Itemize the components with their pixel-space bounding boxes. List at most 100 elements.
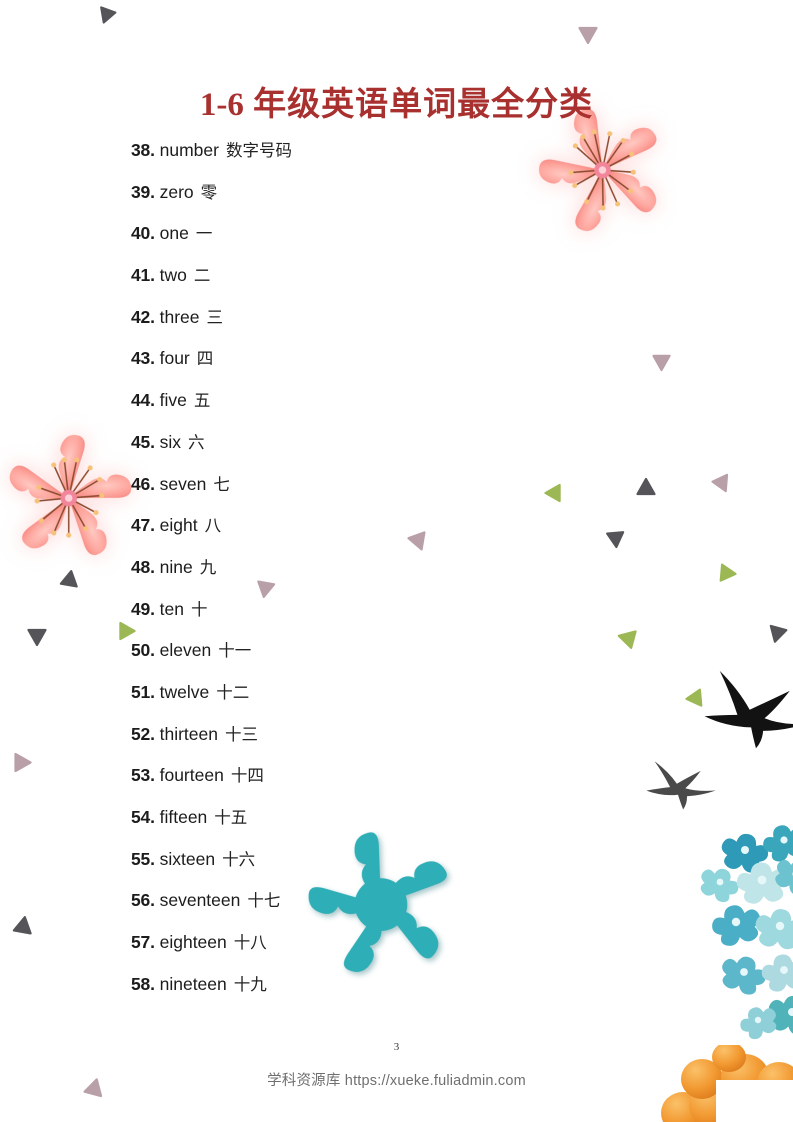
triangle-top-left [95, 0, 120, 27]
footer-credit: 学科资源库 https://xueke.fuliadmin.com [267, 1073, 526, 1089]
triangle-bottom-gray-a [11, 913, 35, 941]
vocabulary-item-index: 42. [131, 306, 155, 327]
vocabulary-item: 45. six 六 [131, 428, 561, 470]
swallow-gray [641, 750, 726, 818]
vocabulary-item-english: six [159, 431, 181, 452]
vocabulary-item-chinese: 十一 [218, 641, 252, 661]
vocabulary-item-english: two [159, 265, 187, 286]
vocabulary-item-index: 58. [131, 973, 155, 994]
vocabulary-item-chinese: 六 [188, 432, 205, 452]
vocabulary-item: 57. eighteen 十八 [131, 928, 561, 970]
vocabulary-item-chinese: 十三 [224, 724, 258, 744]
vocabulary-item: 49. ten 十 [131, 595, 561, 637]
vocabulary-item: 54. fifteen 十五 [131, 803, 561, 845]
blue-flower-cluster [694, 819, 793, 1050]
triangle-left-gray-a [58, 568, 81, 595]
vocabulary-item-chinese: 二 [193, 266, 211, 286]
vocabulary-item: 44. five 五 [131, 386, 561, 428]
vocabulary-item: 58. nineteen 十九 [131, 970, 561, 1012]
triangle-right-upper [652, 348, 671, 372]
triangle-right-gray-d [765, 618, 790, 646]
vocabulary-list: 38. number 数字号码 39. zero 零 40. one 一 41. two 二 4… [131, 136, 561, 1011]
vocabulary-item-english: twelve [159, 681, 210, 702]
vocabulary-item-chinese: 一 [195, 224, 213, 244]
vocabulary-item-english: eleven [159, 640, 212, 661]
vocabulary-item: 40. one 一 [131, 219, 561, 261]
document-page: 1-6 年级英语单词最全分类 38. number 数字号码 39. zero 零 40… [0, 0, 793, 1122]
vocabulary-item-chinese: 零 [200, 182, 218, 202]
vocabulary-item: 52. thirteen 十三 [131, 720, 561, 762]
vocabulary-item-chinese: 十四 [230, 766, 264, 786]
vocabulary-item-english: eight [159, 515, 198, 536]
vocabulary-item-index: 53. [131, 765, 155, 786]
vocabulary-item-chinese: 十七 [247, 891, 281, 911]
vocabulary-item-english: five [159, 390, 187, 411]
vocabulary-item-chinese: 四 [196, 349, 214, 369]
vocabulary-item: 46. seven 七 [131, 470, 561, 512]
vocabulary-item-index: 45. [131, 431, 155, 452]
vocabulary-item-english: three [159, 306, 200, 327]
triangle-right-green-a [713, 562, 739, 583]
vocabulary-item-english: one [159, 223, 189, 244]
vocabulary-item-english: nineteen [159, 973, 227, 994]
vocabulary-item-chinese: 十六 [222, 849, 256, 869]
vocabulary-item-index: 38. [131, 140, 155, 160]
vocabulary-item-english: fifteen [159, 807, 208, 827]
vocabulary-item: 56. seventeen 十七 [131, 886, 561, 928]
page-title-lead: 1-6 [199, 87, 244, 124]
vocabulary-item-chinese: 十 [190, 599, 208, 619]
vocabulary-item-index: 41. [131, 265, 155, 286]
vocabulary-item-index: 44. [131, 390, 155, 411]
vocabulary-item-chinese: 十九 [233, 974, 267, 994]
page-number: 3 [393, 1041, 400, 1053]
vocabulary-item-index: 40. [131, 223, 155, 244]
vocabulary-item-chinese: 三 [206, 307, 224, 327]
vocabulary-item-english: four [159, 348, 190, 369]
vocabulary-item-index: 46. [131, 473, 155, 494]
triangle-mid-gray [636, 477, 656, 502]
vocabulary-item-index: 49. [131, 598, 155, 619]
vocabulary-item: 48. nine 九 [131, 553, 561, 595]
vocabulary-item: 55. sixteen 十六 [131, 845, 561, 887]
vocabulary-item: 43. four 四 [131, 344, 561, 386]
triangle-left-gray-c [27, 622, 47, 647]
vocabulary-item: 38. number 数字号码 [131, 136, 561, 178]
triangle-bottom-mauve-a [8, 752, 33, 773]
vocabulary-item-english: seventeen [159, 890, 241, 911]
vocabulary-item-english: nine [159, 556, 193, 577]
vocabulary-item-chinese: 十二 [216, 682, 250, 702]
vocabulary-item: 50. eleven 十一 [131, 636, 561, 678]
vocabulary-item-chinese: 十八 [233, 933, 267, 953]
vocabulary-item-index: 51. [131, 681, 155, 702]
vocabulary-item-chinese: 九 [199, 557, 217, 577]
triangle-right-green-b [614, 626, 643, 652]
vocabulary-item-english: fourteen [159, 765, 224, 786]
vocabulary-item-index: 47. [131, 515, 155, 536]
vocabulary-item-english: seven [159, 473, 207, 494]
vocabulary-item-english: eighteen [159, 932, 227, 953]
vocabulary-item: 41. two 二 [131, 261, 561, 303]
vocabulary-item: 51. twelve 十二 [131, 678, 561, 720]
vocabulary-item-index: 39. [131, 181, 155, 202]
swallow-black [697, 659, 793, 763]
vocabulary-item: 47. eight 八 [131, 511, 561, 553]
vocabulary-item-index: 57. [131, 932, 155, 953]
page-title-rest: 年级英语单词最全分类 [243, 87, 594, 124]
vocabulary-item: 39. zero 零 [131, 178, 561, 220]
vocabulary-item-english: sixteen [159, 848, 216, 869]
triangle-top-center [578, 20, 598, 45]
vocabulary-item-english: thirteen [159, 723, 218, 744]
triangle-mid-right-gray [605, 524, 626, 550]
vocabulary-item-index: 55. [131, 848, 155, 869]
triangle-mid-mauve [708, 467, 735, 497]
vocabulary-item-english: ten [159, 598, 184, 619]
vocabulary-item-index: 43. [131, 348, 155, 369]
vocabulary-item-chinese: 五 [193, 391, 211, 411]
vocabulary-item-chinese: 数字号码 [225, 141, 292, 160]
vocabulary-item-index: 54. [131, 807, 155, 827]
vocabulary-item-chinese: 七 [213, 474, 230, 494]
vocabulary-item-index: 50. [131, 640, 155, 661]
page-title: 1-6 年级英语单词最全分类 [0, 77, 793, 125]
vocabulary-item: 42. three 三 [131, 303, 561, 345]
vocabulary-item-chinese: 八 [204, 516, 222, 536]
